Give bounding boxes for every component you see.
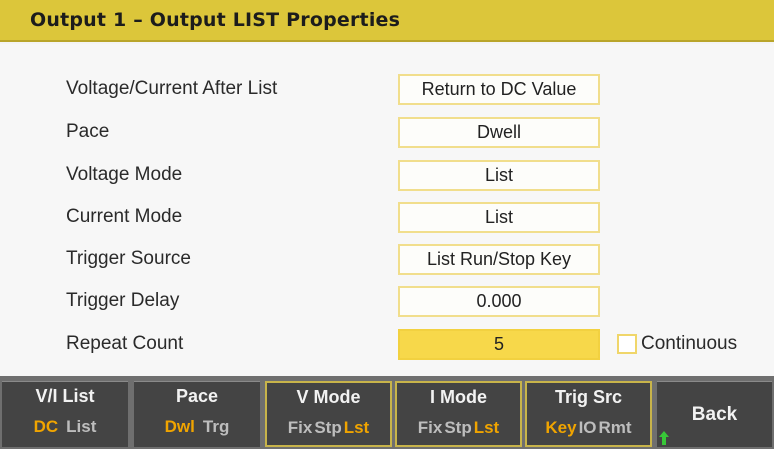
option-fix: Fix	[417, 418, 443, 437]
property-label: Pace	[66, 121, 110, 142]
softkey-label: Pace	[175, 386, 219, 406]
option-fix: Fix	[287, 418, 313, 437]
softkey-i-mode[interactable]: I Mode Fix Stp Lst	[395, 381, 522, 447]
softkey-options: Key IO Rmt	[527, 418, 650, 438]
option-lst: Lst	[343, 418, 370, 437]
pace-field[interactable]: Dwell	[398, 117, 600, 148]
softkey-pace[interactable]: Pace Dwl Trg	[134, 381, 260, 447]
softkey-back[interactable]: Back	[657, 381, 772, 447]
option-trg: Trg	[202, 417, 230, 436]
softkey-label: V Mode	[296, 387, 361, 407]
title-bar: Output 1 – Output LIST Properties	[0, 0, 774, 42]
softkey-options: Dwl Trg	[134, 417, 260, 437]
page-title: Output 1 – Output LIST Properties	[30, 9, 401, 31]
option-stp: Stp	[444, 418, 472, 437]
softkey-trig-src[interactable]: Trig Src Key IO Rmt	[525, 381, 652, 447]
trigger-source-field[interactable]: List Run/Stop Key	[398, 244, 600, 275]
property-row-trigger-source: Trigger Source List Run/Stop Key	[0, 244, 774, 276]
property-label: Current Mode	[66, 206, 183, 227]
property-label: Trigger Source	[66, 248, 191, 269]
continuous-label: Continuous	[641, 333, 738, 354]
properties-panel: Voltage/Current After List Return to DC …	[0, 44, 774, 376]
property-row-after-list: Voltage/Current After List Return to DC …	[0, 74, 774, 106]
option-list: List	[66, 417, 97, 436]
after-list-field[interactable]: Return to DC Value	[398, 74, 600, 105]
softkey-options: Fix Stp Lst	[397, 418, 520, 438]
property-row-repeat-count: Repeat Count 5 Continuous	[0, 329, 774, 361]
softkey-options: DC List	[2, 417, 128, 437]
repeat-count-field[interactable]: 5	[398, 329, 600, 360]
up-arrow-icon	[659, 431, 669, 445]
property-row-pace: Pace Dwell	[0, 117, 774, 149]
property-row-voltage-mode: Voltage Mode List	[0, 160, 774, 192]
softkey-v-mode[interactable]: V Mode Fix Stp Lst	[265, 381, 392, 447]
option-stp: Stp	[314, 418, 342, 437]
back-label: Back	[691, 404, 738, 425]
softkey-label: Trig Src	[554, 387, 623, 407]
continuous-option[interactable]: Continuous	[617, 333, 737, 355]
trigger-delay-field[interactable]: 0.000	[398, 286, 600, 317]
softkey-label: I Mode	[430, 387, 487, 407]
property-label: Voltage Mode	[66, 164, 183, 185]
property-label: Repeat Count	[66, 333, 184, 354]
option-io: IO	[578, 418, 597, 437]
option-dwl: Dwl	[164, 417, 195, 436]
property-row-current-mode: Current Mode List	[0, 202, 774, 234]
continuous-checkbox[interactable]	[617, 334, 637, 354]
option-lst: Lst	[473, 418, 500, 437]
current-mode-field[interactable]: List	[398, 202, 600, 233]
property-label: Trigger Delay	[66, 290, 180, 311]
softkey-label: V/I List	[35, 386, 95, 406]
property-row-trigger-delay: Trigger Delay 0.000	[0, 286, 774, 318]
voltage-mode-field[interactable]: List	[398, 160, 600, 191]
property-label: Voltage/Current After List	[66, 78, 278, 99]
option-dc: DC	[33, 417, 59, 436]
softkey-vi-list[interactable]: V/I List DC List	[2, 381, 128, 447]
option-rmt: Rmt	[598, 418, 632, 437]
option-key: Key	[545, 418, 577, 437]
softkey-options: Fix Stp Lst	[267, 418, 390, 438]
